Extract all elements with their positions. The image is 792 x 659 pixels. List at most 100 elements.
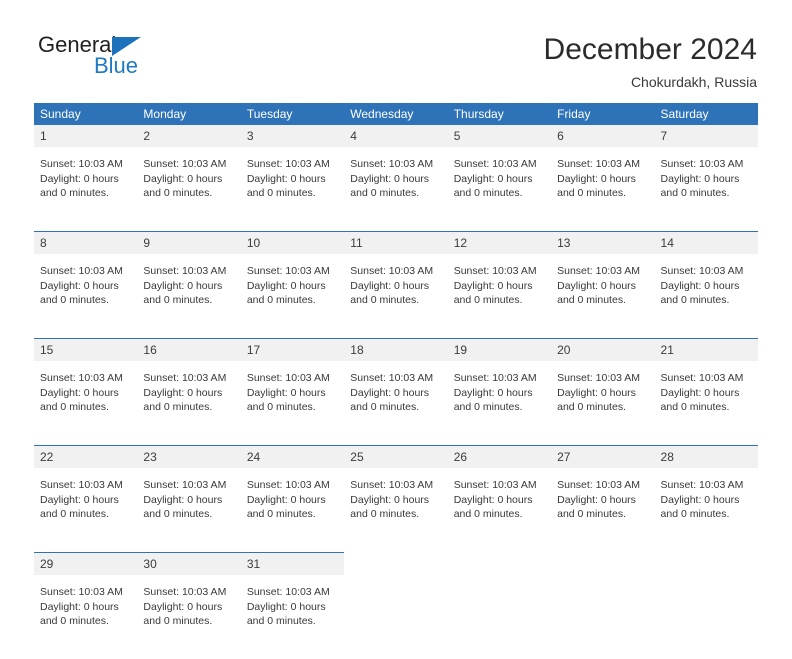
day-cell[interactable]: Sunset: 10:03 AM Daylight: 0 hours and 0… (240, 468, 345, 553)
day-number[interactable]: 31 (240, 552, 345, 575)
day-number-empty (654, 552, 758, 575)
daylight-text-cont: and 0 minutes. (453, 401, 523, 413)
day-cell[interactable]: Sunset: 10:03 AM Daylight: 0 hours and 0… (654, 254, 758, 339)
daylight-text-cont: and 0 minutes. (350, 294, 420, 306)
daylight-text-cont: and 0 minutes. (246, 187, 316, 199)
day-number[interactable]: 6 (551, 125, 655, 147)
day-number[interactable]: 4 (344, 125, 448, 147)
day-cell[interactable]: Sunset: 10:03 AM Daylight: 0 hours and 0… (137, 361, 241, 446)
day-cell[interactable]: Sunset: 10:03 AM Daylight: 0 hours and 0… (34, 147, 138, 232)
day-cell[interactable]: Sunset: 10:03 AM Daylight: 0 hours and 0… (240, 254, 345, 339)
sunset-text: Sunset: 10:03 AM (453, 265, 537, 277)
day-cell[interactable]: Sunset: 10:03 AM Daylight: 0 hours and 0… (344, 254, 448, 339)
day-cell[interactable]: Sunset: 10:03 AM Daylight: 0 hours and 0… (551, 147, 655, 232)
day-cell[interactable]: Sunset: 10:03 AM Daylight: 0 hours and 0… (551, 361, 655, 446)
day-cell[interactable]: Sunset: 10:03 AM Daylight: 0 hours and 0… (137, 254, 241, 339)
day-number[interactable]: 25 (344, 445, 448, 468)
day-cell[interactable]: Sunset: 10:03 AM Daylight: 0 hours and 0… (34, 361, 138, 446)
day-cell[interactable]: Sunset: 10:03 AM Daylight: 0 hours and 0… (344, 468, 448, 553)
day-cell[interactable]: Sunset: 10:03 AM Daylight: 0 hours and 0… (344, 361, 448, 446)
sunset-text: Sunset: 10:03 AM (143, 479, 227, 491)
day-cell[interactable]: Sunset: 10:03 AM Daylight: 0 hours and 0… (447, 147, 552, 232)
daylight-text: Daylight: 0 hours (246, 493, 326, 506)
week-2-daynum-row: 8 9 10 11 12 13 14 (34, 231, 758, 254)
day-number[interactable]: 12 (447, 231, 552, 254)
day-cell[interactable]: Sunset: 10:03 AM Daylight: 0 hours and 0… (447, 468, 552, 553)
daylight-text-cont: and 0 minutes. (350, 187, 420, 199)
day-cell[interactable]: Sunset: 10:03 AM Daylight: 0 hours and 0… (240, 147, 345, 232)
daylight-text: Daylight: 0 hours (246, 279, 326, 292)
week-3-daynum-row: 15 16 17 18 19 20 21 (34, 338, 758, 361)
day-number[interactable]: 26 (447, 445, 552, 468)
day-number[interactable]: 16 (137, 338, 241, 361)
daylight-text-cont: and 0 minutes. (453, 187, 523, 199)
sunset-text: Sunset: 10:03 AM (660, 265, 744, 277)
daylight-text-cont: and 0 minutes. (557, 187, 626, 199)
sunset-text: Sunset: 10:03 AM (557, 158, 640, 170)
day-number[interactable]: 24 (240, 445, 345, 468)
sunset-text: Sunset: 10:03 AM (557, 372, 640, 384)
day-cell[interactable]: Sunset: 10:03 AM Daylight: 0 hours and 0… (551, 254, 655, 339)
daylight-text-cont: and 0 minutes. (557, 508, 626, 520)
day-number[interactable]: 17 (240, 338, 345, 361)
day-number[interactable]: 8 (34, 231, 138, 254)
daylight-text: Daylight: 0 hours (453, 172, 533, 185)
week-5-daynum-row: 29 30 31 (34, 552, 758, 575)
day-cell[interactable]: Sunset: 10:03 AM Daylight: 0 hours and 0… (137, 575, 241, 659)
sunset-text: Sunset: 10:03 AM (246, 265, 330, 277)
day-cell-empty (447, 575, 552, 659)
day-number[interactable]: 9 (137, 231, 241, 254)
column-header-sunday: Sunday (34, 103, 138, 125)
day-cell[interactable]: Sunset: 10:03 AM Daylight: 0 hours and 0… (654, 468, 758, 553)
daylight-text: Daylight: 0 hours (350, 172, 430, 185)
daylight-text: Daylight: 0 hours (350, 493, 430, 506)
day-number[interactable]: 20 (551, 338, 655, 361)
day-number[interactable]: 3 (240, 125, 345, 147)
day-cell[interactable]: Sunset: 10:03 AM Daylight: 0 hours and 0… (447, 361, 552, 446)
day-cell[interactable]: Sunset: 10:03 AM Daylight: 0 hours and 0… (34, 468, 138, 553)
day-number[interactable]: 7 (654, 125, 758, 147)
day-cell[interactable]: Sunset: 10:03 AM Daylight: 0 hours and 0… (344, 147, 448, 232)
daylight-text-cont: and 0 minutes. (557, 294, 626, 306)
daylight-text-cont: and 0 minutes. (143, 294, 213, 306)
day-number[interactable]: 11 (344, 231, 448, 254)
day-cell[interactable]: Sunset: 10:03 AM Daylight: 0 hours and 0… (447, 254, 552, 339)
day-cell[interactable]: Sunset: 10:03 AM Daylight: 0 hours and 0… (240, 361, 345, 446)
day-number[interactable]: 13 (551, 231, 655, 254)
day-number[interactable]: 22 (34, 445, 138, 468)
day-cell[interactable]: Sunset: 10:03 AM Daylight: 0 hours and 0… (34, 575, 138, 659)
day-cell[interactable]: Sunset: 10:03 AM Daylight: 0 hours and 0… (551, 468, 655, 553)
day-number[interactable]: 28 (654, 445, 758, 468)
sunset-text: Sunset: 10:03 AM (246, 372, 330, 384)
column-header-monday: Monday (137, 103, 241, 125)
day-number[interactable]: 30 (137, 552, 241, 575)
day-cell[interactable]: Sunset: 10:03 AM Daylight: 0 hours and 0… (34, 254, 138, 339)
general-blue-logo[interactable]: General Blue (38, 33, 278, 89)
day-number[interactable]: 27 (551, 445, 655, 468)
column-header-wednesday: Wednesday (344, 103, 448, 125)
day-number[interactable]: 21 (654, 338, 758, 361)
day-cell[interactable]: Sunset: 10:03 AM Daylight: 0 hours and 0… (240, 575, 345, 659)
daylight-text: Daylight: 0 hours (453, 493, 533, 506)
day-number[interactable]: 29 (34, 552, 138, 575)
day-number[interactable]: 23 (137, 445, 241, 468)
sunset-text: Sunset: 10:03 AM (40, 158, 123, 170)
day-number[interactable]: 18 (344, 338, 448, 361)
day-number[interactable]: 14 (654, 231, 758, 254)
sunset-text: Sunset: 10:03 AM (143, 158, 227, 170)
column-header-tuesday: Tuesday (240, 103, 345, 125)
day-number[interactable]: 2 (137, 125, 241, 147)
day-cell-empty (344, 575, 448, 659)
day-cell[interactable]: Sunset: 10:03 AM Daylight: 0 hours and 0… (654, 147, 758, 232)
day-number[interactable]: 5 (447, 125, 552, 147)
day-cell[interactable]: Sunset: 10:03 AM Daylight: 0 hours and 0… (137, 147, 241, 232)
day-cell[interactable]: Sunset: 10:03 AM Daylight: 0 hours and 0… (654, 361, 758, 446)
day-cell[interactable]: Sunset: 10:03 AM Daylight: 0 hours and 0… (137, 468, 241, 553)
day-number[interactable]: 19 (447, 338, 552, 361)
day-number[interactable]: 10 (240, 231, 345, 254)
day-number[interactable]: 1 (34, 125, 138, 147)
day-number[interactable]: 15 (34, 338, 138, 361)
sunset-text: Sunset: 10:03 AM (660, 479, 744, 491)
daylight-text: Daylight: 0 hours (143, 386, 223, 399)
week-5-detail-row: Sunset: 10:03 AM Daylight: 0 hours and 0… (34, 575, 758, 659)
